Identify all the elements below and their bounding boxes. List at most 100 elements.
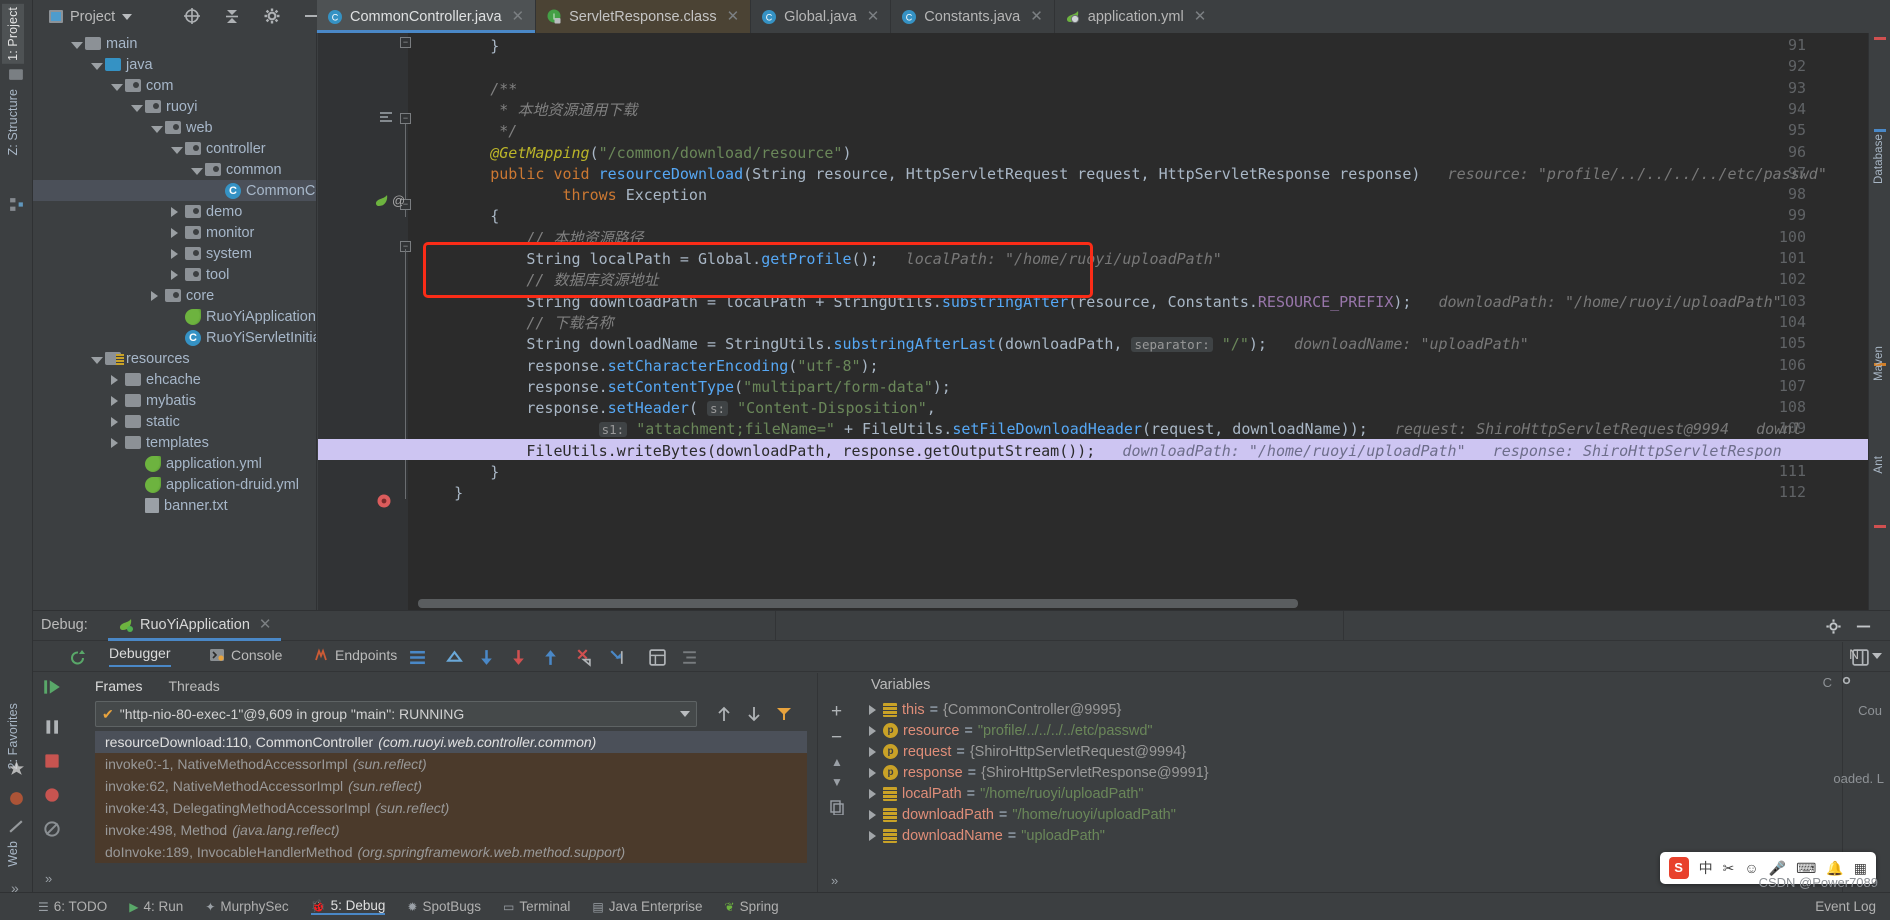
frame-row[interactable]: resourceDownload:110, CommonController (c… <box>95 731 807 753</box>
code-line[interactable]: { <box>418 206 499 227</box>
code-line[interactable]: s1: "attachment;fileName=" + FileUtils.s… <box>418 419 1801 440</box>
statusbar-murphysec[interactable]: ✦ MurphySec <box>205 899 288 914</box>
editor-gutter[interactable] <box>318 33 408 610</box>
statusbar-4-run[interactable]: ▶ 4: Run <box>129 899 183 914</box>
editor-tab-global[interactable]: C Global.java ✕ <box>751 0 892 33</box>
move-up-icon[interactable]: ▲ <box>831 755 843 769</box>
code-line[interactable]: throws Exception <box>418 185 707 206</box>
evaluate-expression-icon[interactable] <box>648 648 667 667</box>
sidebar-tab-project[interactable]: 1: Project <box>2 4 24 64</box>
twisty-collapsed-icon[interactable] <box>109 436 122 449</box>
twisty-collapsed-icon[interactable] <box>169 268 182 281</box>
tree-item-main[interactable]: main <box>33 33 316 54</box>
twisty-collapsed-icon[interactable] <box>169 247 182 260</box>
fold-marker-comment[interactable]: − <box>400 113 411 124</box>
twisty-collapsed-icon[interactable] <box>869 704 876 715</box>
thread-selector[interactable]: ✔ "http-nio-80-exec-1"@9,609 in group "m… <box>95 701 697 727</box>
error-marker-2[interactable] <box>1874 525 1886 528</box>
code-line[interactable]: // 本地资源路径 <box>418 228 643 249</box>
close-icon[interactable]: ✕ <box>1030 9 1043 24</box>
twisty-expanded-icon[interactable] <box>129 100 143 113</box>
variable-row[interactable]: this = {CommonController@9995} <box>857 699 1890 720</box>
close-icon[interactable]: ✕ <box>1194 9 1207 24</box>
collapse-all-icon[interactable] <box>223 7 241 25</box>
sidebar-tab-maven[interactable]: Maven <box>1869 343 1889 384</box>
step-into-icon[interactable] <box>509 648 528 667</box>
ime-mode[interactable]: 中 <box>1699 858 1713 878</box>
settings-gear-icon[interactable] <box>263 7 281 25</box>
editor-tab-constants[interactable]: C Constants.java ✕ <box>891 0 1055 33</box>
chevron-down-icon[interactable] <box>680 711 690 717</box>
code-line[interactable]: } <box>418 36 499 57</box>
frame-row[interactable]: invoke:498, Method (java.lang.reflect) <box>95 819 807 841</box>
tree-item-application-druid-yml[interactable]: application-druid.yml <box>33 474 316 495</box>
project-view-selector[interactable]: Project <box>43 5 138 28</box>
tree-item-ehcache[interactable]: ehcache <box>33 369 316 390</box>
tree-item-common[interactable]: common <box>33 159 316 180</box>
spring-endpoint-icon[interactable] <box>374 193 390 209</box>
hide-icon[interactable] <box>1855 618 1872 635</box>
close-icon[interactable]: ✕ <box>512 9 525 24</box>
tree-item-core[interactable]: core <box>33 285 316 306</box>
event-log-button[interactable]: Event Log <box>1815 899 1876 914</box>
move-down-icon[interactable]: ▼ <box>831 775 843 789</box>
tab-console[interactable]: Console <box>209 647 282 663</box>
ime-keyboard-icon[interactable]: ⌨ <box>1796 860 1816 877</box>
twisty-collapsed-icon[interactable] <box>869 788 876 799</box>
twisty-collapsed-icon[interactable] <box>109 415 122 428</box>
tree-item-commoncontroller[interactable]: C CommonController <box>33 180 316 201</box>
twisty-expanded-icon[interactable] <box>109 79 123 92</box>
variable-row[interactable]: downloadPath = "/home/ruoyi/uploadPath" <box>857 804 1890 825</box>
twisty-expanded-icon[interactable] <box>89 352 103 365</box>
gear-small-icon[interactable] <box>1839 673 1854 688</box>
subtab-threads[interactable]: Threads <box>168 678 219 694</box>
code-line[interactable]: response.setHeader( s: "Content-Disposit… <box>418 398 935 419</box>
editor-tab-servletresponse[interactable]: I ServletResponse.class ✕ <box>536 0 752 33</box>
statusbar-terminal[interactable]: ▭ Terminal <box>503 899 570 914</box>
twisty-expanded-icon[interactable] <box>89 58 103 71</box>
run-to-cursor-icon[interactable] <box>607 648 626 667</box>
tree-item-com[interactable]: com <box>33 75 316 96</box>
frame-row[interactable]: doInvoke:189, InvocableHandlerMethod (org… <box>95 841 807 863</box>
tree-item-tool[interactable]: tool <box>33 264 316 285</box>
code-line[interactable]: } <box>418 483 463 504</box>
statusbar-spring[interactable]: ❦ Spring <box>725 899 779 914</box>
tree-item-application-yml[interactable]: application.yml <box>33 453 316 474</box>
horizontal-scrollbar[interactable] <box>418 599 1298 608</box>
variable-row[interactable]: p response = {ShiroHttpServletResponse@9991… <box>857 762 1890 783</box>
twisty-expanded-icon[interactable] <box>189 163 203 176</box>
editor-tab-commoncontroller[interactable]: C CommonController.java ✕ <box>317 0 537 33</box>
twisty-collapsed-icon[interactable] <box>149 289 162 302</box>
tab-endpoints[interactable]: Endpoints <box>313 647 397 663</box>
variable-row[interactable]: localPath = "/home/ruoyi/uploadPath" <box>857 783 1890 804</box>
step-over-icon[interactable] <box>477 648 496 667</box>
arrow-down-icon[interactable] <box>745 705 763 723</box>
frame-row[interactable]: invoke:43, DelegatingMethodAccessorImpl(… <box>95 797 807 819</box>
twisty-collapsed-icon[interactable] <box>869 809 876 820</box>
statusbar-5-debug[interactable]: 🐞 5: Debug <box>310 898 386 915</box>
force-step-into-icon[interactable] <box>573 648 592 667</box>
tree-item-templates[interactable]: templates <box>33 432 316 453</box>
ime-mic-icon[interactable]: 🎤 <box>1769 860 1786 877</box>
sidebar-tab-structure[interactable]: Z: Structure <box>2 86 24 159</box>
ime-grid-icon[interactable]: ▦ <box>1854 860 1867 877</box>
code-line[interactable]: } <box>418 462 499 483</box>
statusbar-java-enterprise[interactable]: ▤ Java Enterprise <box>592 899 702 914</box>
breakpoint-icon[interactable] <box>376 493 392 509</box>
code-line[interactable] <box>418 57 427 78</box>
twisty-collapsed-icon[interactable] <box>109 373 122 386</box>
remove-watch-icon[interactable]: − <box>831 727 842 749</box>
code-line[interactable]: response.setContentType("multipart/form-… <box>418 377 950 398</box>
error-marker[interactable] <box>1874 37 1886 40</box>
close-icon[interactable]: ✕ <box>259 617 272 632</box>
twisty-collapsed-icon[interactable] <box>169 226 182 239</box>
code-line[interactable]: // 数据库资源地址 <box>418 270 658 291</box>
twisty-expanded-icon[interactable] <box>69 37 83 50</box>
tree-item-demo[interactable]: demo <box>33 201 316 222</box>
code-line[interactable]: * 本地资源通用下载 <box>418 100 637 121</box>
statusbar-spotbugs[interactable]: ✹ SpotBugs <box>407 899 481 914</box>
sidebar-tab-database[interactable]: Database <box>1869 131 1889 187</box>
twisty-collapsed-icon[interactable] <box>869 725 876 736</box>
twisty-collapsed-icon[interactable] <box>169 205 182 218</box>
tab-debugger[interactable]: Debugger <box>109 645 171 667</box>
